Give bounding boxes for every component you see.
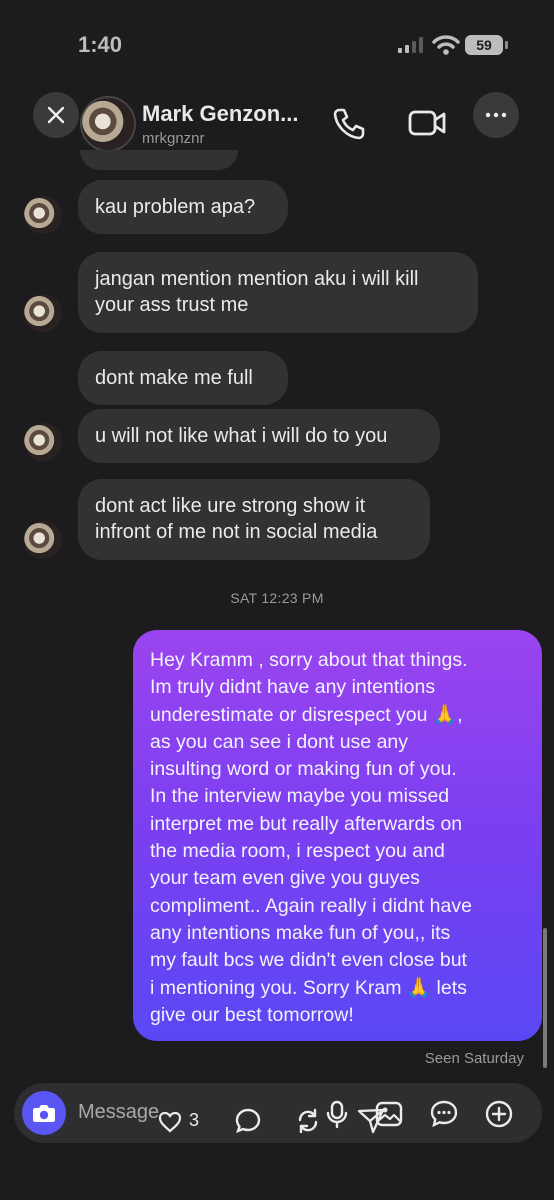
outgoing-line: my fault bcs we didn't even close but: [150, 949, 467, 972]
incoming-message[interactable]: dont make me full: [78, 351, 288, 405]
outgoing-line: underestimate or disrespect you 🙏,: [150, 703, 463, 726]
close-button[interactable]: [33, 92, 79, 138]
contact-handle[interactable]: mrkgnznr: [142, 130, 205, 147]
message-input[interactable]: Message: [78, 1101, 159, 1124]
gallery-icon[interactable]: [374, 1099, 404, 1129]
outgoing-line: as you can see i dont use any: [150, 730, 409, 753]
more-options-button[interactable]: [473, 92, 519, 138]
comment-icon[interactable]: [233, 1106, 263, 1136]
repost-icon[interactable]: [293, 1106, 323, 1136]
previous-message-bubble-partial: [80, 150, 238, 170]
microphone-icon[interactable]: [322, 1099, 352, 1129]
close-icon: [47, 106, 65, 124]
video-call-icon[interactable]: [407, 106, 447, 140]
contact-name[interactable]: Mark Genzon...: [142, 101, 298, 127]
sender-avatar[interactable]: [24, 521, 62, 559]
battery-indicator: 59: [465, 35, 503, 55]
outgoing-line: insulting word or making fun of you.: [150, 758, 457, 781]
battery-tip: [505, 41, 508, 49]
outgoing-line: interpret me but really afterwards on: [150, 812, 463, 835]
outgoing-message[interactable]: Hey Kramm , sorry about that things. Im …: [133, 630, 542, 1041]
sender-avatar[interactable]: [24, 294, 62, 332]
wifi-icon: [432, 35, 460, 55]
status-time: 1:40: [78, 32, 123, 57]
outgoing-line: your team even give you guyes: [150, 867, 420, 890]
incoming-message[interactable]: jangan mention mention aku i will kill y…: [78, 252, 478, 333]
phone-call-icon[interactable]: [331, 106, 367, 142]
like-count: 3: [189, 1110, 200, 1130]
sender-avatar[interactable]: [24, 196, 62, 234]
seen-receipt: Seen Saturday: [424, 1050, 524, 1067]
signal-icon: [398, 37, 423, 53]
outgoing-line: compliment.. Again really i didnt have: [150, 894, 472, 917]
incoming-message[interactable]: u will not like what i will do to you: [78, 409, 440, 463]
outgoing-line: i mentioning you. Sorry Kram 🙏 lets: [150, 976, 467, 999]
scrollbar[interactable]: [543, 928, 547, 1068]
outgoing-line: the media room, i respect you and: [150, 840, 445, 863]
sticker-icon[interactable]: [429, 1099, 459, 1129]
incoming-message[interactable]: dont act like ure strong show it infront…: [78, 479, 430, 560]
outgoing-line: give our best tomorrow!: [150, 1003, 354, 1026]
outgoing-line: Im truly didnt have any intentions: [150, 676, 436, 699]
outgoing-line: any intentions make fun of you,, its: [150, 921, 451, 944]
heart-icon[interactable]: [158, 1111, 182, 1133]
sender-avatar[interactable]: [24, 423, 62, 461]
camera-button[interactable]: [22, 1091, 66, 1135]
outgoing-line: In the interview maybe you missed: [150, 785, 450, 808]
contact-avatar[interactable]: [80, 96, 136, 152]
outgoing-line: Hey Kramm , sorry about that things.: [150, 649, 468, 671]
incoming-message[interactable]: kau problem apa?: [78, 180, 288, 234]
camera-icon: [33, 1105, 55, 1122]
message-timestamp: SAT 12:23 PM: [230, 590, 324, 606]
add-icon[interactable]: [484, 1099, 514, 1129]
more-dots-icon: [485, 112, 507, 118]
